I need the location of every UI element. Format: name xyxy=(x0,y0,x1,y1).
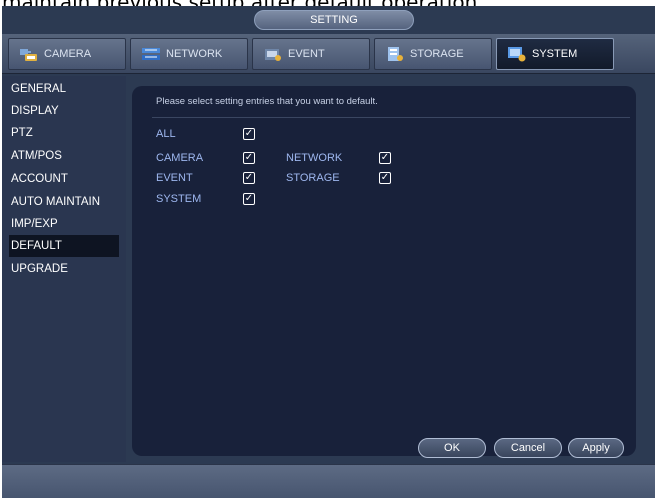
tab-event-label: EVENT xyxy=(288,48,325,60)
sidebar-item-imp-exp[interactable]: IMP/EXP xyxy=(9,213,119,235)
option-all-label: ALL xyxy=(156,128,176,140)
sidebar-item-account[interactable]: ACCOUNT xyxy=(9,168,119,190)
window-title: SETTING xyxy=(254,10,414,30)
sidebar-item-display[interactable]: DISPLAY xyxy=(9,100,119,122)
tab-system[interactable]: SYSTEM xyxy=(496,38,614,70)
tab-storage[interactable]: STORAGE xyxy=(374,38,492,70)
default-settings-panel: Please select setting entries that you w… xyxy=(132,86,636,458)
option-storage-label: STORAGE xyxy=(286,172,340,184)
event-icon xyxy=(263,46,283,62)
option-network-label: NETWORK xyxy=(286,152,343,164)
tab-camera-label: CAMERA xyxy=(44,48,92,60)
sidebar-item-auto-maintain[interactable]: AUTO MAINTAIN xyxy=(9,191,119,213)
option-network-checkbox[interactable]: ✓ xyxy=(379,152,391,164)
cancel-button[interactable]: Cancel xyxy=(494,438,562,458)
sidebar-item-upgrade[interactable]: UPGRADE xyxy=(9,258,119,280)
sidebar-item-atm-pos[interactable]: ATM/POS xyxy=(9,145,119,167)
tab-event[interactable]: EVENT xyxy=(252,38,370,70)
tab-storage-label: STORAGE xyxy=(410,48,464,60)
camera-icon xyxy=(19,46,39,62)
apply-button[interactable]: Apply xyxy=(568,438,624,458)
option-camera-checkbox[interactable]: ✓ xyxy=(243,152,255,164)
storage-icon xyxy=(385,46,405,62)
tab-bar: CAMERA NETWORK EVENT STORAGE SYSTEM xyxy=(2,34,655,74)
option-event-label: EVENT xyxy=(156,172,193,184)
tab-network-label: NETWORK xyxy=(166,48,223,60)
network-icon xyxy=(141,46,161,62)
option-system-checkbox[interactable]: ✓ xyxy=(243,193,255,205)
sidebar-item-general[interactable]: GENERAL xyxy=(9,78,119,100)
sidebar-item-ptz[interactable]: PTZ xyxy=(9,122,119,144)
sidebar: GENERAL DISPLAY PTZ ATM/POS ACCOUNT AUTO… xyxy=(2,76,126,462)
option-camera-label: CAMERA xyxy=(156,152,204,164)
option-event-checkbox[interactable]: ✓ xyxy=(243,172,255,184)
option-storage-checkbox[interactable]: ✓ xyxy=(379,172,391,184)
option-all-checkbox[interactable]: ✓ xyxy=(243,128,255,140)
tab-system-label: SYSTEM xyxy=(532,48,578,60)
settings-window: SETTING CAMERA NETWORK EVENT STORAGE SYS… xyxy=(2,6,655,498)
tab-camera[interactable]: CAMERA xyxy=(8,38,126,70)
instruction-text: Please select setting entries that you w… xyxy=(156,96,378,107)
ok-button[interactable]: OK xyxy=(418,438,486,458)
separator-line xyxy=(152,117,630,118)
sidebar-item-default[interactable]: DEFAULT xyxy=(9,235,119,257)
system-icon xyxy=(507,46,527,62)
option-system-label: SYSTEM xyxy=(156,193,202,205)
tab-network[interactable]: NETWORK xyxy=(130,38,248,70)
bottom-status-bar xyxy=(2,464,655,498)
